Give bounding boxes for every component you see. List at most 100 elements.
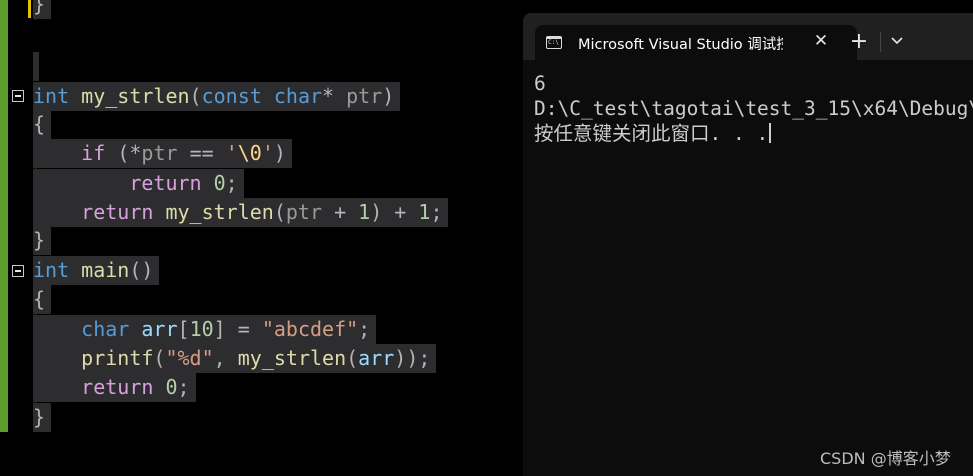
code-token: ;	[177, 375, 190, 399]
code-token: return	[81, 375, 154, 399]
code-token: char	[81, 317, 130, 341]
watermark: CSDN @博客小梦	[820, 449, 951, 468]
code-line: printf("%d", my_strlen(arr));	[33, 344, 437, 373]
code-token: my_strlen	[237, 346, 347, 370]
code-token: char	[273, 84, 323, 108]
code-token: ()	[129, 258, 154, 282]
code-token: ptr	[346, 84, 383, 108]
code-line: }	[33, 403, 52, 432]
code-token: 10	[189, 317, 214, 341]
code-token: '	[261, 141, 274, 165]
code-line: {	[33, 110, 52, 139]
code-token: \0	[237, 141, 262, 165]
code-token: "abcdef"	[261, 317, 359, 341]
code-line: return 0;	[33, 373, 196, 402]
code-token: }	[33, 0, 46, 16]
unsaved-change-marker	[28, 0, 31, 18]
code-token: ptr	[141, 141, 178, 165]
code-token: {	[33, 287, 46, 311]
code-line: }	[33, 226, 52, 255]
code-token: main	[81, 258, 130, 282]
code-token: arr	[141, 317, 178, 341]
tab-title: Microsoft Visual Studio 调试控制台	[578, 37, 783, 53]
tab-debug-console[interactable]: C:\ Microsoft Visual Studio 调试控制台 ✕	[535, 25, 857, 60]
code-token: 0	[213, 171, 226, 195]
code-line: }	[33, 0, 52, 19]
code-token: ;	[430, 200, 443, 224]
code-token: 0	[165, 375, 178, 399]
code-token: if	[81, 141, 106, 165]
code-token: {	[33, 112, 46, 136]
code-token: +	[334, 200, 347, 224]
collapse-toggle-icon[interactable]	[12, 265, 24, 277]
code-line: {	[33, 285, 52, 314]
code-line	[33, 52, 39, 81]
code-token: 1	[358, 200, 371, 224]
code-token: my_strlen	[81, 84, 190, 108]
collapse-toggle-icon[interactable]	[12, 90, 24, 102]
code-token: )	[273, 141, 286, 165]
code-token: =	[237, 317, 250, 341]
code-token: ;	[358, 317, 371, 341]
code-token: '	[225, 141, 238, 165]
code-token: ]	[213, 317, 226, 341]
code-token: }	[33, 228, 46, 252]
code-token: printf	[81, 346, 154, 370]
code-token: int	[33, 84, 70, 108]
code-token: ;	[225, 171, 238, 195]
code-line: int my_strlen(const char* ptr)	[33, 82, 401, 111]
code-token: const	[201, 84, 262, 108]
code-token: }	[33, 405, 46, 429]
code-token: int	[33, 258, 70, 282]
code-token: (	[153, 346, 166, 370]
code-line: return 0;	[33, 169, 244, 198]
output-line: 按任意键关闭此窗口. . .	[534, 121, 973, 146]
code-token: (*	[117, 141, 142, 165]
code-token: return	[129, 171, 202, 195]
code-token: ptr	[285, 200, 323, 224]
close-tab-icon[interactable]: ✕	[810, 30, 832, 52]
code-token: ,	[213, 346, 226, 370]
code-token: )	[382, 84, 395, 108]
code-token: arr	[358, 346, 395, 370]
change-tracking-bar	[0, 0, 8, 432]
code-token: ==	[189, 141, 214, 165]
code-token: (	[189, 84, 202, 108]
code-token: )	[370, 200, 383, 224]
code-token: *	[322, 84, 335, 108]
code-line: int main()	[33, 256, 160, 285]
output-line: D:\C_test\tagotai\test_3_15\x64\Debug\te…	[534, 97, 973, 120]
code-token: [	[177, 317, 190, 341]
text-cursor	[769, 123, 772, 143]
output-line: 6	[534, 72, 546, 95]
chevron-down-icon[interactable]	[887, 31, 907, 53]
tab-separator	[880, 32, 881, 52]
console-icon: C:\	[546, 36, 562, 49]
code-editor[interactable]: } int my_strlen(const char* ptr) { if (*…	[0, 0, 523, 476]
console-output[interactable]: 6 D:\C_test\tagotai\test_3_15\x64\Debug\…	[534, 71, 973, 146]
code-token: (	[273, 200, 286, 224]
code-token: my_strlen	[165, 200, 274, 224]
new-tab-icon[interactable]: +	[848, 31, 870, 53]
code-token: "%d"	[165, 346, 214, 370]
code-line: return my_strlen(ptr + 1) + 1;	[33, 198, 449, 227]
code-token: +	[394, 200, 407, 224]
debug-console-window[interactable]: C:\ Microsoft Visual Studio 调试控制台 ✕ + 6 …	[523, 13, 973, 476]
